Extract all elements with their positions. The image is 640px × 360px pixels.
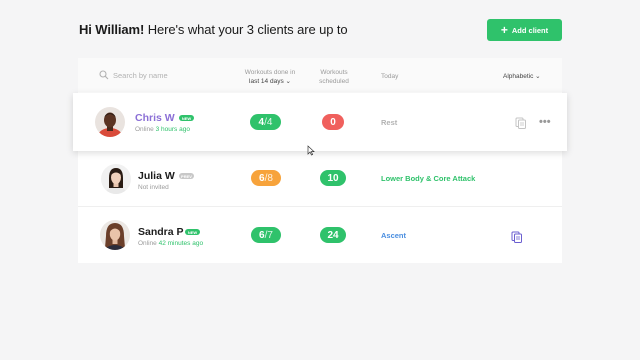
greeting-text: Here's what your 3 clients are up to	[144, 22, 348, 37]
status-time: 3 hours ago	[155, 126, 190, 133]
chevron-down-icon: ⌄	[285, 78, 291, 85]
status-prefix: Online	[135, 126, 156, 133]
note-icon[interactable]	[515, 117, 527, 129]
client-name[interactable]: Chris W	[135, 112, 175, 124]
status-prefix: Not invited	[138, 184, 169, 191]
avatar	[95, 107, 125, 137]
column-workouts-done[interactable]: Workouts done in last 14 days ⌄	[234, 68, 306, 86]
today-workout[interactable]: Ascent	[381, 231, 406, 240]
avatar	[101, 164, 131, 194]
scheduled-pill: 10	[320, 170, 346, 186]
workouts-done-pill: 6/7	[251, 227, 281, 243]
page-greeting: Hi William! Here's what your 3 clients a…	[79, 22, 348, 37]
column-workouts-scheduled: Workouts scheduled	[310, 68, 358, 86]
client-name[interactable]: Sandra P	[138, 226, 184, 238]
workouts-total-value: /4	[264, 116, 273, 128]
cursor-icon	[307, 145, 315, 156]
table-row[interactable]: Chris W NEW Online 3 hours ago 4/4 0 Res…	[73, 93, 567, 151]
client-status: Online 42 minutes ago	[138, 240, 203, 247]
workouts-done-pill: 6/8	[251, 170, 281, 186]
clients-table: Search by name Workouts done in last 14 …	[73, 58, 567, 263]
add-client-button[interactable]: + Add client	[487, 19, 562, 41]
add-client-label: Add client	[511, 25, 549, 35]
status-time: 42 minutes ago	[158, 240, 204, 247]
column-scheduled-line1: Workouts	[320, 69, 348, 76]
workouts-total-value: /7	[264, 229, 273, 241]
client-status: Not invited	[138, 184, 169, 191]
today-workout[interactable]: Rest	[381, 118, 397, 127]
today-workout[interactable]: Lower Body & Core Attack	[381, 174, 475, 183]
greeting-name: Hi William!	[79, 22, 145, 37]
table-row[interactable]: Julia W PREV Not invited 6/8 10 Lower Bo…	[78, 151, 562, 207]
more-icon[interactable]: •••	[539, 116, 551, 128]
column-workouts-period: last 14 days	[249, 78, 284, 85]
workouts-total-value: /8	[264, 172, 273, 184]
column-scheduled-line2: scheduled	[319, 78, 349, 85]
avatar	[100, 220, 130, 250]
new-badge: NEW	[179, 115, 194, 121]
scheduled-pill: 0	[322, 114, 344, 130]
workouts-done-pill: 4/4	[250, 114, 281, 130]
column-today: Today	[381, 73, 399, 80]
status-badge: PREV	[179, 173, 194, 179]
table-header: Search by name Workouts done in last 14 …	[78, 58, 562, 92]
scheduled-pill: 24	[320, 227, 346, 243]
column-workouts-line1: Workouts done in	[244, 69, 296, 76]
client-status: Online 3 hours ago	[135, 126, 190, 133]
new-badge: NEW	[185, 229, 200, 235]
note-icon[interactable]	[511, 231, 523, 243]
search-input[interactable]: Search by name	[113, 71, 168, 80]
plus-icon: +	[500, 23, 508, 37]
sort-label: Alphabetic	[503, 73, 534, 80]
client-name[interactable]: Julia W	[138, 170, 175, 182]
status-prefix: Online	[138, 240, 159, 247]
chevron-down-icon: ⌄	[535, 73, 541, 80]
table-row[interactable]: Sandra P NEW Online 42 minutes ago 6/7 2…	[78, 207, 562, 263]
sort-dropdown[interactable]: Alphabetic ⌄	[503, 72, 541, 80]
search-icon	[99, 70, 109, 80]
